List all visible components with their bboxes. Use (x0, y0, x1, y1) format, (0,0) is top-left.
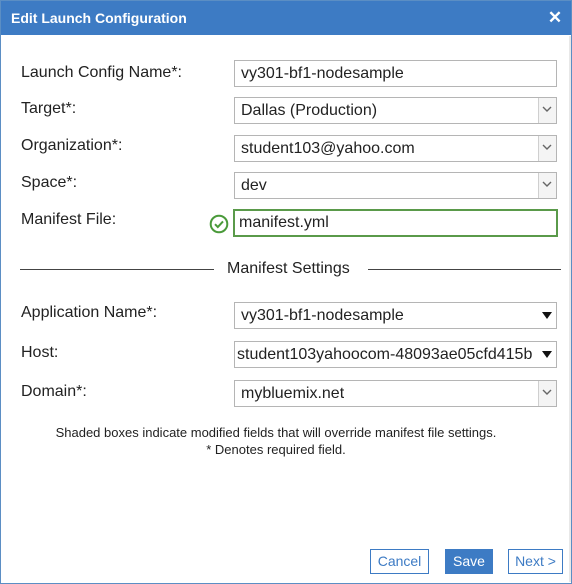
launch-config-name-label: Launch Config Name*: (21, 64, 182, 81)
chevron-down-icon (542, 389, 552, 395)
domain-select[interactable]: mybluemix.net (234, 380, 557, 407)
launch-config-name-value: vy301-bf1-nodesample (241, 65, 404, 82)
target-dropdown-button[interactable] (538, 98, 556, 123)
target-label: Target*: (21, 100, 77, 117)
host-label: Host: (21, 344, 59, 361)
host-value: student103yahoocom-48093ae05cfd415b (237, 346, 533, 363)
domain-dropdown-button[interactable] (538, 381, 556, 406)
domain-value: mybluemix.net (241, 385, 345, 402)
target-value: Dallas (Production) (241, 102, 378, 119)
launch-config-name-input[interactable]: vy301-bf1-nodesample (234, 60, 557, 87)
shaded-boxes-note: Shaded boxes indicate modified fields th… (55, 425, 497, 440)
host-combobox[interactable]: student103yahoocom-48093ae05cfd415b (234, 341, 557, 368)
organization-label: Organization*: (21, 137, 123, 154)
check-circle-icon (209, 214, 229, 234)
space-select[interactable]: dev (234, 172, 557, 199)
manifest-settings-title: Manifest Settings (227, 260, 350, 277)
manifest-file-input[interactable]: manifest.yml (233, 209, 558, 237)
save-button[interactable]: Save (445, 549, 493, 574)
dialog-titlebar: Edit Launch Configuration ✕ (1, 1, 571, 35)
application-name-value: vy301-bf1-nodesample (241, 307, 404, 324)
target-select[interactable]: Dallas (Production) (234, 97, 557, 124)
close-icon[interactable]: ✕ (545, 7, 565, 29)
manifest-file-label: Manifest File: (21, 211, 117, 228)
dialog-title: Edit Launch Configuration (11, 10, 187, 26)
space-label: Space*: (21, 174, 78, 191)
separator-right (368, 269, 561, 270)
organization-select[interactable]: student103@yahoo.com (234, 135, 557, 162)
dialog-scrollbar[interactable] (569, 36, 571, 582)
space-dropdown-button[interactable] (538, 173, 556, 198)
application-name-label: Application Name*: (21, 304, 158, 321)
manifest-file-value: manifest.yml (239, 214, 329, 231)
required-field-note: * Denotes required field. (206, 442, 346, 457)
edit-launch-configuration-dialog: Edit Launch Configuration ✕ Launch Confi… (0, 0, 572, 584)
chevron-down-icon (542, 181, 552, 187)
separator-left (20, 269, 214, 270)
chevron-down-icon (542, 144, 552, 150)
next-button[interactable]: Next > (508, 549, 563, 574)
caret-down-icon[interactable] (542, 351, 552, 359)
cancel-button[interactable]: Cancel (370, 549, 429, 574)
organization-dropdown-button[interactable] (538, 136, 556, 161)
domain-label: Domain*: (21, 383, 87, 400)
application-name-combobox[interactable]: vy301-bf1-nodesample (234, 302, 557, 329)
space-value: dev (241, 177, 267, 194)
chevron-down-icon (542, 106, 552, 112)
caret-down-icon[interactable] (542, 312, 552, 320)
organization-value: student103@yahoo.com (241, 140, 415, 157)
